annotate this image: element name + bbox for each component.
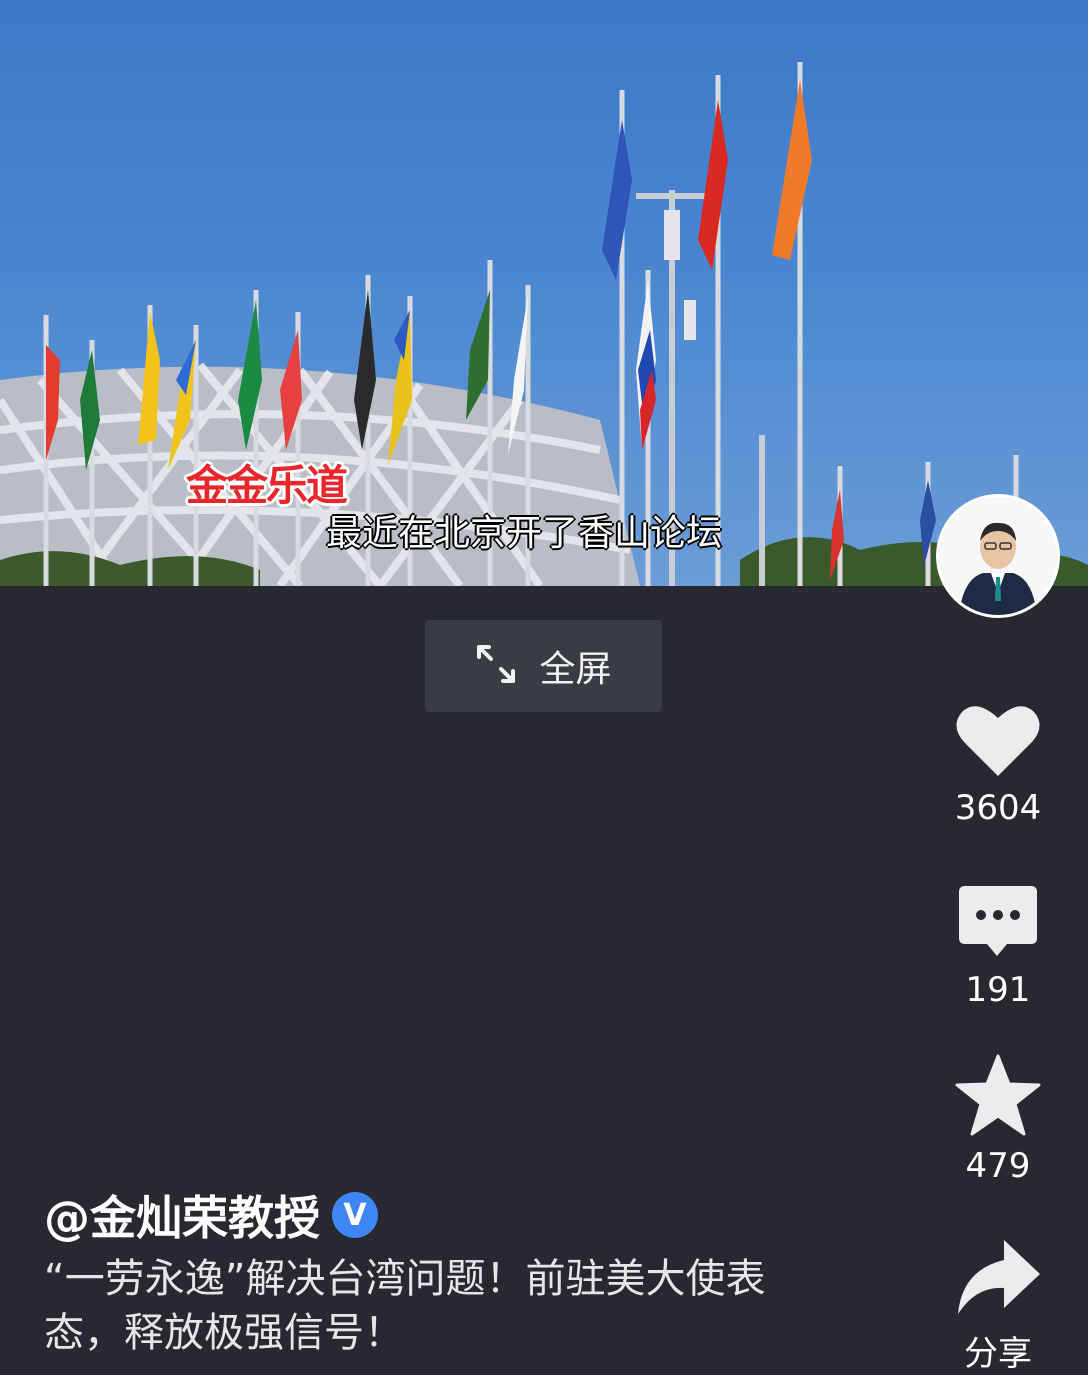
heart-icon[interactable]: [956, 706, 1040, 782]
comment-bubble-icon[interactable]: [957, 886, 1039, 964]
favorite-action[interactable]: 479: [936, 1054, 1060, 1186]
fullscreen-label: 全屏: [539, 649, 612, 690]
video-subtitle: 最近在北京开了香山论坛: [326, 513, 723, 554]
star-icon[interactable]: [955, 1054, 1041, 1140]
share-action[interactable]: 分享: [936, 1236, 1060, 1375]
like-count: 3604: [954, 788, 1042, 828]
expand-arrows-icon: [475, 643, 517, 689]
favorite-count: 479: [965, 1146, 1031, 1186]
channel-logo: 金金乐道: [186, 461, 348, 510]
author-name[interactable]: @金灿荣教授: [44, 1182, 320, 1248]
video-description[interactable]: “一劳永逸”解决台湾问题！前驻美大使表态，释放极强信号！: [44, 1252, 844, 1360]
video-player[interactable]: 金金乐道 最近在北京开了香山论坛: [0, 0, 1088, 586]
comment-count: 191: [965, 970, 1031, 1010]
author-name-row[interactable]: @金灿荣教授 V: [44, 1182, 378, 1248]
verified-badge-icon: V: [332, 1192, 378, 1238]
author-avatar[interactable]: [936, 494, 1060, 618]
share-label: 分享: [964, 1334, 1032, 1374]
share-arrow-icon[interactable]: [954, 1240, 1042, 1320]
avatar-portrait-icon: [939, 497, 1057, 615]
video-frame-scene: [0, 62, 1088, 586]
comment-action[interactable]: 191: [936, 884, 1060, 1010]
fullscreen-button[interactable]: 全屏: [425, 620, 662, 712]
like-action[interactable]: 3604: [936, 700, 1060, 828]
